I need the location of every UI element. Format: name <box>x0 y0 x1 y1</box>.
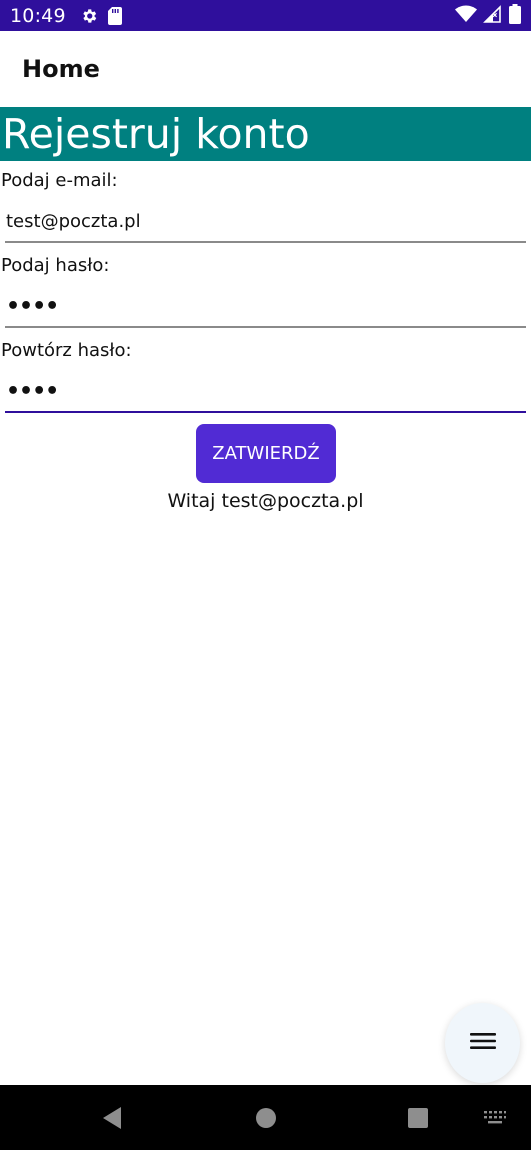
page-title: Home <box>22 55 100 83</box>
submit-button[interactable]: ZATWIERDŹ <box>196 424 336 483</box>
signal-icon <box>483 4 503 27</box>
password-field[interactable]: •••• <box>5 286 526 328</box>
recents-icon[interactable] <box>404 1105 432 1131</box>
email-field[interactable]: test@poczta.pl <box>5 201 526 243</box>
welcome-text: Witaj test@poczta.pl <box>167 490 364 512</box>
password-field-value: •••• <box>6 293 59 319</box>
status-right-icons <box>455 3 521 28</box>
hamburger-menu-icon <box>469 1031 496 1055</box>
battery-icon <box>509 3 521 28</box>
home-icon[interactable] <box>252 1105 280 1131</box>
sd-card-icon <box>107 6 122 25</box>
keyboard-icon[interactable] <box>481 1107 509 1129</box>
password-label: Podaj hasło: <box>1 255 110 276</box>
gear-icon <box>80 7 98 25</box>
repeat-password-field-value: •••• <box>6 378 59 404</box>
repeat-password-label: Powtórz hasło: <box>1 340 132 361</box>
system-nav-bar <box>0 1085 531 1150</box>
app-bar: Home <box>0 31 531 107</box>
email-label: Podaj e-mail: <box>1 170 118 191</box>
back-icon[interactable] <box>98 1105 126 1131</box>
wifi-icon <box>455 5 477 27</box>
register-header: Rejestruj konto <box>0 107 531 161</box>
status-time: 10:49 <box>10 4 66 27</box>
email-field-value: test@poczta.pl <box>6 210 141 232</box>
register-header-title: Rejestruj konto <box>2 109 310 158</box>
status-bar: 10:49 <box>0 0 531 31</box>
menu-fab-button[interactable] <box>445 1003 520 1083</box>
repeat-password-field[interactable]: •••• <box>5 371 526 413</box>
